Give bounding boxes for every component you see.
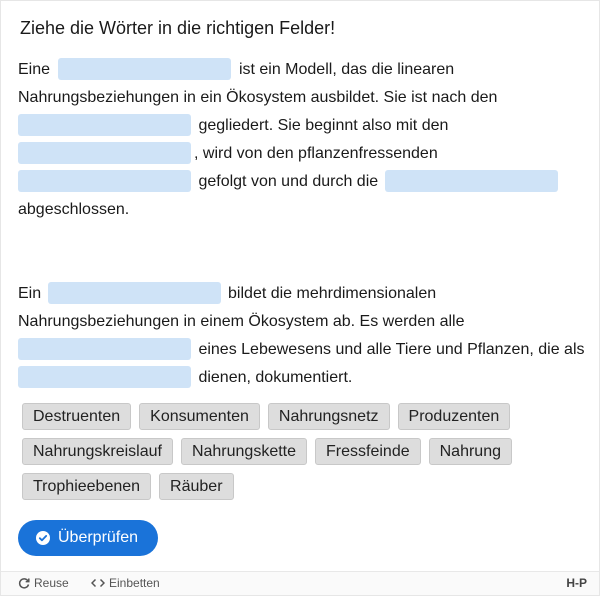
check-button[interactable]: Überprüfen [18,520,159,556]
code-icon [91,578,105,588]
embed-button[interactable]: Einbetten [91,576,160,590]
draggable-word[interactable]: Destruenten [22,403,132,430]
text-segment: eines Lebewesens und alle Tiere und Pfla… [198,341,585,358]
draggable-word[interactable]: Nahrungskette [180,438,308,465]
drop-zone-8[interactable] [18,366,191,388]
paragraph-2: Ein bildet die mehrdimensionalen Nahrung… [18,280,593,392]
text-segment: Ein [18,285,42,302]
drop-zone-3[interactable] [18,142,191,164]
draggable-word[interactable]: Nahrung [428,438,512,465]
reuse-button[interactable]: Reuse [18,576,69,590]
draggable-word[interactable]: Nahrungskreislauf [22,438,173,465]
h5p-container: Ziehe die Wörter in die richtigen Felder… [0,0,600,596]
footer-bar: Reuse Einbetten H-P [1,571,599,595]
drop-zone-1[interactable] [58,58,232,80]
text-segment: Eine [18,61,51,78]
check-button-label: Überprüfen [58,529,139,546]
text-segment: abgeschlossen. [18,201,130,218]
drop-zone-2[interactable] [18,114,191,136]
drop-zone-5[interactable] [384,170,558,192]
text-segment: dienen, dokumentiert. [198,369,353,386]
reuse-label: Reuse [34,576,69,590]
h5p-logo: H-P [566,576,587,590]
drop-zone-6[interactable] [47,282,221,304]
draggable-word[interactable]: Produzenten [397,403,511,430]
text-segment: , wird von den pflanzenfressenden [194,145,438,162]
paragraph-1: Eine ist ein Modell, das die linearen Na… [18,56,593,224]
draggable-word[interactable]: Trophieebenen [22,473,152,500]
text-segment: gefolgt von und durch die [198,173,379,190]
reuse-icon [18,578,30,589]
word-pool: Destruenten Konsumenten Nahrungsnetz Produz… [22,403,582,508]
text-segment: gegliedert. Sie beginnt also mit den [198,117,449,134]
draggable-word[interactable]: Räuber [159,473,234,500]
draggable-word[interactable]: Fressfeinde [315,438,421,465]
drop-zone-7[interactable] [18,338,191,360]
task-title: Ziehe die Wörter in die richtigen Felder… [20,18,336,38]
draggable-word[interactable]: Konsumenten [139,403,260,430]
draggable-word[interactable]: Nahrungsnetz [267,403,390,430]
drop-zone-4[interactable] [18,170,191,192]
check-circle-icon [36,531,50,545]
embed-label: Einbetten [109,576,160,590]
